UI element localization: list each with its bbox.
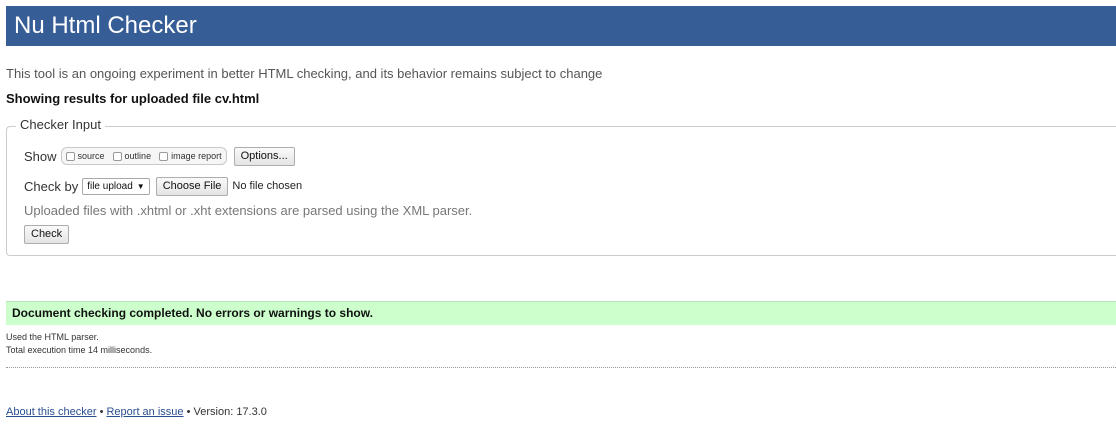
check-by-select[interactable]: file upload ▼	[82, 177, 150, 195]
result-details: Used the HTML parser. Total execution ti…	[6, 331, 152, 357]
show-outline-option[interactable]: outline	[112, 151, 152, 161]
show-image-report-label: image report	[171, 151, 222, 161]
show-options-row: Show source outline image report Options…	[24, 146, 295, 166]
check-by-value: file upload	[87, 180, 133, 192]
show-options-group: source outline image report	[60, 147, 227, 165]
page-title: Nu Html Checker	[14, 12, 197, 39]
file-status: No file chosen	[232, 180, 303, 192]
page-header: Nu Html Checker	[6, 6, 1116, 46]
check-button[interactable]: Check	[24, 225, 70, 244]
checker-input-legend: Checker Input	[16, 117, 105, 132]
show-source-label: source	[77, 151, 105, 161]
footer-separator-1: •	[99, 406, 104, 418]
dropdown-arrow-icon: ▼	[136, 181, 145, 191]
footer-separator-2: •	[186, 406, 191, 418]
options-button[interactable]: Options...	[233, 146, 295, 166]
parser-line: Used the HTML parser.	[6, 332, 99, 342]
divider	[6, 367, 1116, 368]
check-button-wrap: Check	[24, 224, 70, 244]
show-label: Show	[24, 148, 57, 164]
execution-time-line: Total execution time 14 milliseconds.	[6, 345, 153, 355]
show-source-checkbox[interactable]	[65, 151, 75, 161]
intro-text: This tool is an ongoing experiment in be…	[6, 66, 603, 81]
show-outline-checkbox[interactable]	[112, 151, 122, 161]
success-message: Document checking completed. No errors o…	[6, 301, 1116, 325]
version-text: Version: 17.3.0	[193, 406, 267, 418]
show-image-report-option[interactable]: image report	[159, 151, 222, 161]
about-checker-link[interactable]: About this checker	[6, 406, 97, 418]
choose-file-button[interactable]: Choose File	[155, 176, 229, 196]
show-image-report-checkbox[interactable]	[159, 151, 169, 161]
footer: About this checker • Report an issue • V…	[6, 406, 267, 418]
check-by-label: Check by	[24, 178, 79, 194]
check-by-row: Check by file upload ▼ Choose File No fi…	[24, 176, 302, 196]
results-heading: Showing results for uploaded file cv.htm…	[6, 91, 260, 106]
report-issue-link[interactable]: Report an issue	[106, 406, 183, 418]
show-outline-label: outline	[124, 151, 152, 161]
xml-parser-note: Uploaded files with .xhtml or .xht exten…	[24, 203, 473, 218]
show-source-option[interactable]: source	[65, 151, 105, 161]
